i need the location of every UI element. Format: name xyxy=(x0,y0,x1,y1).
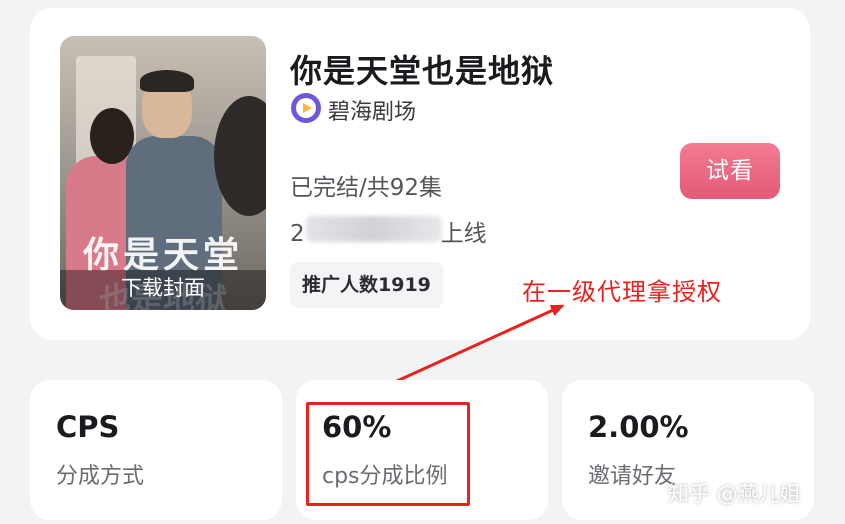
stat-card-commission-mode: CPS 分成方式 xyxy=(30,380,282,520)
drama-title: 你是天堂也是地狱 xyxy=(290,52,555,90)
source-watermark: 知乎 @燕儿姐 xyxy=(668,482,801,506)
release-date-prefix: 2 xyxy=(290,221,305,247)
release-date-redaction xyxy=(306,216,442,242)
provider-name: 碧海剧场 xyxy=(328,100,417,125)
episode-status: 已完结/共92集 xyxy=(290,175,443,201)
download-cover-button[interactable]: 下载封面 xyxy=(60,272,266,302)
stat-label: 分成方式 xyxy=(56,464,145,489)
trial-watch-button[interactable]: 试看 xyxy=(680,143,780,199)
annotation-text: 在一级代理拿授权 xyxy=(522,278,722,306)
cover-man-hair xyxy=(140,70,194,92)
stat-value: CPS xyxy=(56,410,120,444)
promoter-count-tag: 推广人数1919 xyxy=(290,262,443,308)
stat-label: 邀请好友 xyxy=(588,464,677,489)
release-date-suffix: 上线 xyxy=(440,221,487,247)
stat-value: 2.00% xyxy=(588,410,689,444)
annotation-highlight-box xyxy=(306,402,470,506)
cover-image[interactable]: 你是天堂 也是地狱 下载封面 xyxy=(60,36,266,310)
provider-logo-icon xyxy=(291,93,321,123)
